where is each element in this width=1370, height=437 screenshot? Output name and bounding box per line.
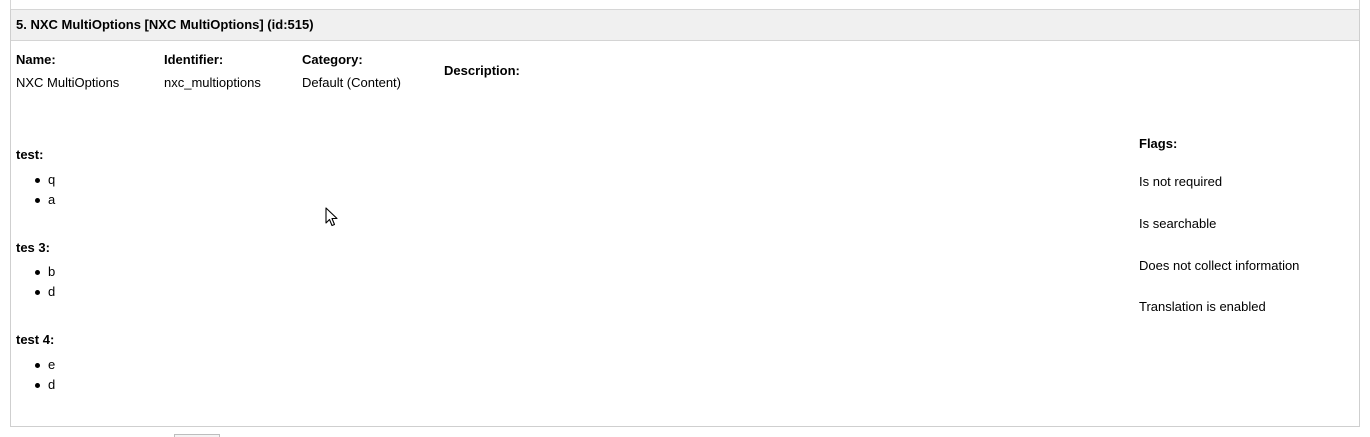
flag-searchable: Is searchable [1139,216,1217,231]
flag-required: Is not required [1139,174,1223,189]
identifier-label: Identifier: [164,52,224,67]
option-value: q [48,172,56,187]
list-item: b [16,262,55,282]
bullet-icon [35,178,40,183]
list-item: d [16,282,55,302]
option-value: b [48,264,56,279]
category-field: Category: Default (Content) [302,52,401,90]
name-value: NXC MultiOptions [16,75,120,90]
option-value: d [48,377,56,392]
flag-translation: Translation is enabled [1139,299,1266,314]
flags-title: Flags: [1139,136,1178,151]
bullet-icon [35,198,40,203]
identifier-value: nxc_multioptions [164,75,261,90]
attribute-panel: 5. NXC MultiOptions [NXC MultiOptions] (… [10,9,1360,427]
category-value: Default (Content) [302,75,401,90]
list-item: e [16,355,55,375]
option-list: e d [16,355,55,395]
option-value: a [48,192,56,207]
option-group-title: test: [16,147,44,162]
option-value: e [48,357,56,372]
bullet-icon [35,290,40,295]
list-item: d [16,375,55,395]
option-group-title: test 4: [16,332,55,347]
description-field: Description: [444,63,520,78]
bullet-icon [35,270,40,275]
option-group-title: tes 3: [16,240,50,255]
panel-top-edge [10,0,1360,9]
option-value: d [48,284,56,299]
panel-title: 5. NXC MultiOptions [NXC MultiOptions] (… [16,17,314,32]
option-list: q a [16,170,55,210]
panel-header: 5. NXC MultiOptions [NXC MultiOptions] (… [11,10,1359,41]
identifier-field: Identifier: nxc_multioptions [164,52,261,90]
flag-information-collector: Does not collect information [1139,258,1300,273]
list-item: q [16,170,55,190]
option-list: b d [16,262,55,302]
category-label: Category: [302,52,363,67]
bullet-icon [35,363,40,368]
name-label: Name: [16,52,56,67]
mouse-pointer-icon [325,207,338,227]
list-item: a [16,190,55,210]
description-label: Description: [444,63,520,78]
name-field: Name: NXC MultiOptions [16,52,119,90]
bullet-icon [35,383,40,388]
